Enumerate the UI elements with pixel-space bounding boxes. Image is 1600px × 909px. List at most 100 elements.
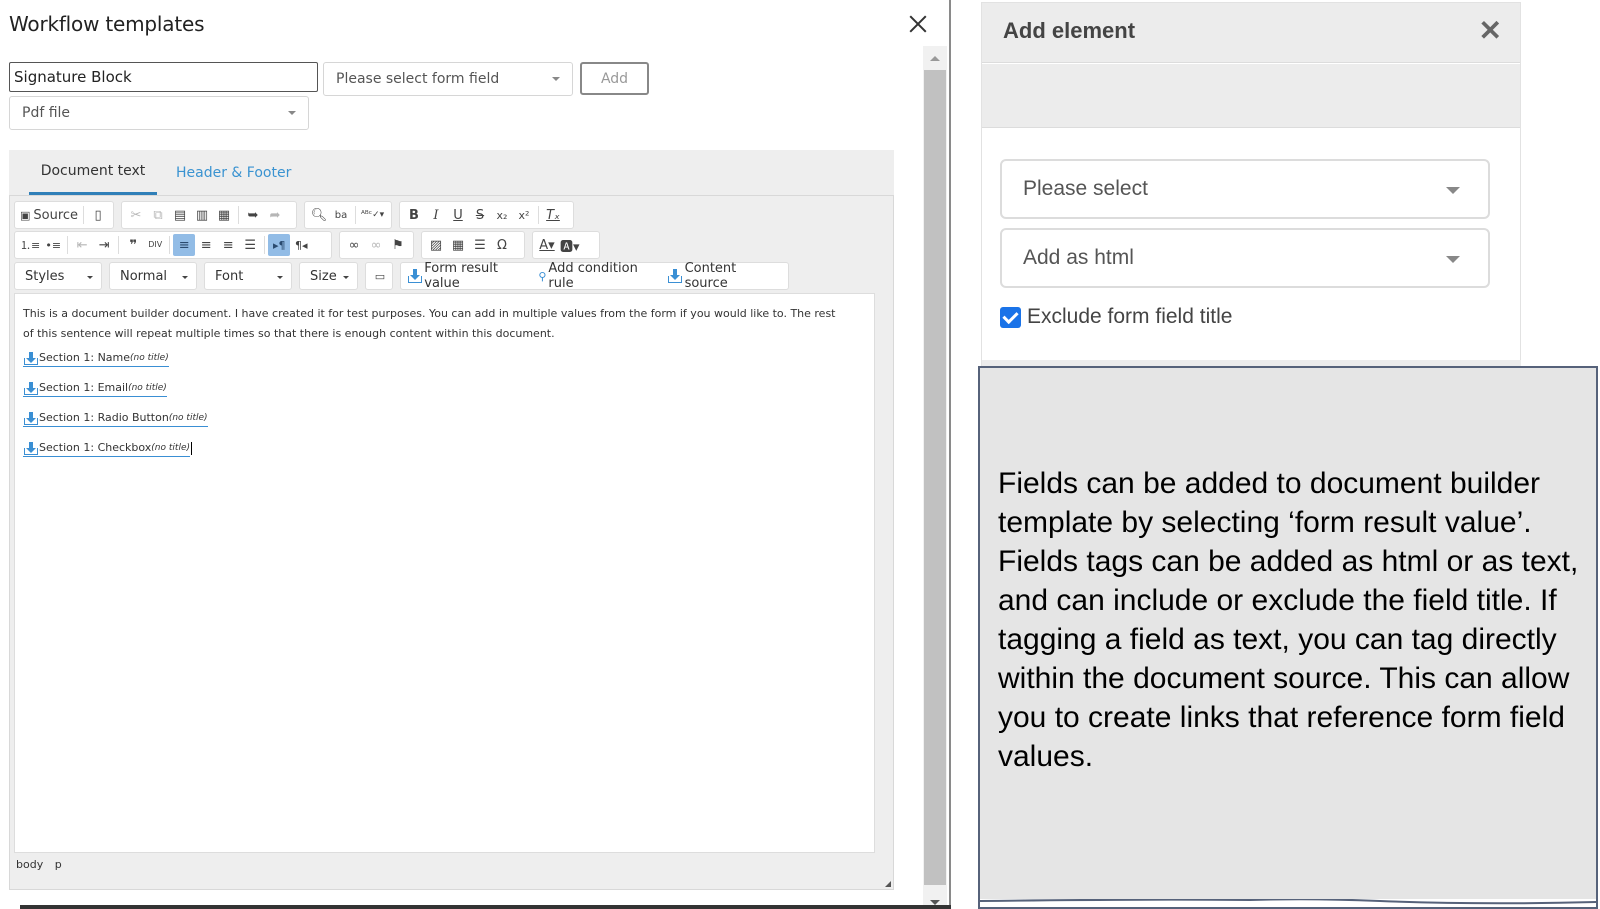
field-tag-row: Section 1: Radio Button (no title) bbox=[23, 410, 866, 440]
div-icon[interactable]: DIV bbox=[144, 234, 166, 256]
close-icon[interactable]: ✕ bbox=[1479, 17, 1502, 45]
align-center-icon[interactable]: ≡ bbox=[195, 234, 217, 256]
unlink-icon[interactable]: ∞ bbox=[365, 234, 387, 256]
element-select[interactable]: Please select bbox=[1000, 159, 1490, 219]
form-result-value-button[interactable]: Form result value bbox=[407, 261, 532, 291]
toolbar-group-colors: A▾ 🅰▾ bbox=[532, 231, 600, 259]
anchor-icon[interactable]: ⚑ bbox=[387, 234, 409, 256]
modal-title: Workflow templates bbox=[9, 12, 205, 36]
paste-icon[interactable]: ▤ bbox=[169, 204, 191, 226]
link-icon[interactable]: ∞ bbox=[343, 234, 365, 256]
bulleted-list-icon[interactable]: •≡ bbox=[42, 234, 64, 256]
ltr-icon[interactable]: ▸¶ bbox=[268, 234, 291, 256]
rtl-icon[interactable]: ¶◂ bbox=[290, 234, 312, 256]
image-icon[interactable]: ▨ bbox=[425, 234, 447, 256]
paste-text-icon[interactable]: ▥ bbox=[191, 204, 213, 226]
source-button[interactable]: ▣ Source bbox=[18, 204, 80, 226]
chevron-down-icon bbox=[277, 276, 283, 279]
source-icon: ▣ bbox=[20, 208, 31, 222]
blockquote-icon[interactable]: ❞ bbox=[122, 234, 144, 256]
field-tag-suffix: (no title) bbox=[151, 443, 190, 453]
indent-icon[interactable]: ⇥ bbox=[93, 234, 115, 256]
copy-icon[interactable]: ⧉ bbox=[147, 204, 169, 226]
align-left-icon[interactable]: ≡ bbox=[173, 234, 196, 256]
exclude-title-label: Exclude form field title bbox=[1027, 305, 1233, 328]
find-icon[interactable]: 🔍︎ bbox=[308, 204, 330, 226]
add-condition-rule-label: Add condition rule bbox=[548, 261, 638, 291]
field-tag-label: Section 1: Checkbox bbox=[39, 441, 152, 454]
exclude-title-checkbox[interactable] bbox=[1000, 306, 1021, 328]
content-source-button[interactable]: Content source bbox=[667, 261, 779, 291]
italic-icon[interactable]: I bbox=[425, 204, 447, 226]
file-type-select[interactable]: Pdf file bbox=[9, 96, 309, 130]
redo-icon[interactable]: ➦ bbox=[264, 204, 286, 226]
callout-text: Fields can be added to document builder … bbox=[998, 467, 1579, 773]
spellcheck-icon[interactable]: ᴬᴮᶜ✓▾ bbox=[359, 204, 386, 226]
add-mode-select[interactable]: Add as html bbox=[1000, 228, 1490, 288]
cut-icon[interactable]: ✂ bbox=[125, 204, 147, 226]
resize-handle[interactable] bbox=[885, 881, 891, 887]
add-condition-rule-button[interactable]: ⚲ Add condition rule bbox=[538, 261, 661, 291]
new-page-icon[interactable]: ▯ bbox=[87, 204, 109, 226]
special-char-icon[interactable]: Ω bbox=[491, 234, 513, 256]
strikethrough-icon[interactable]: S bbox=[469, 204, 491, 226]
close-icon[interactable] bbox=[906, 12, 930, 36]
bg-color-icon[interactable]: 🅰▾ bbox=[558, 234, 582, 256]
field-tag-suffix: (no title) bbox=[128, 383, 167, 393]
form-field-select[interactable]: Please select form field bbox=[323, 62, 573, 96]
callout-wave bbox=[980, 899, 1596, 907]
outdent-icon[interactable]: ⇤ bbox=[71, 234, 93, 256]
form-result-icon bbox=[23, 441, 38, 455]
size-combo[interactable]: Size bbox=[299, 262, 358, 290]
toolbar-separator bbox=[67, 236, 69, 254]
path-item-body[interactable]: body bbox=[16, 858, 43, 871]
toolbar-group-insert: ▨ ▦ ☰ Ω bbox=[421, 231, 525, 259]
document-body[interactable]: This is a document builder document. I h… bbox=[14, 293, 875, 853]
numbered-list-icon[interactable]: ⒈≡ bbox=[18, 234, 42, 256]
horizontal-rule-icon[interactable]: ☰ bbox=[469, 234, 491, 256]
exclude-title-option[interactable]: Exclude form field title bbox=[1000, 305, 1232, 329]
field-tag-suffix: (no title) bbox=[168, 413, 208, 423]
chevron-down-icon bbox=[1446, 256, 1460, 263]
format-combo[interactable]: Normal bbox=[109, 262, 197, 290]
add-button[interactable]: Add bbox=[580, 62, 649, 95]
superscript-icon[interactable]: x² bbox=[513, 204, 535, 226]
subscript-icon[interactable]: x₂ bbox=[491, 204, 513, 226]
undo-icon[interactable]: ➥ bbox=[242, 204, 264, 226]
condition-rule-icon: ⚲ bbox=[538, 269, 547, 283]
scroll-up-icon[interactable] bbox=[930, 56, 940, 61]
form-result-icon bbox=[407, 269, 422, 283]
paste-word-icon[interactable]: ▦ bbox=[213, 204, 235, 226]
underline-icon[interactable]: U bbox=[447, 204, 469, 226]
field-tag-label: Section 1: Name bbox=[39, 351, 131, 364]
table-icon[interactable]: ▦ bbox=[447, 234, 469, 256]
styles-combo[interactable]: Styles bbox=[14, 262, 102, 290]
bold-icon[interactable]: B bbox=[403, 204, 425, 226]
field-tag[interactable]: Section 1: Email (no title) bbox=[23, 380, 167, 397]
toolbar-separator bbox=[264, 236, 266, 254]
toolbar-group-document: ▣ Source ▯ bbox=[14, 201, 114, 229]
editor-tabs: Document text Header & Footer bbox=[9, 150, 894, 195]
tab-header-footer[interactable]: Header & Footer bbox=[176, 150, 291, 195]
path-item-p[interactable]: p bbox=[55, 858, 62, 871]
text-color-icon[interactable]: A▾ bbox=[536, 234, 558, 256]
font-combo[interactable]: Font bbox=[204, 262, 292, 290]
toolbar-separator bbox=[118, 236, 120, 254]
maximize-icon[interactable]: ▭ bbox=[369, 265, 391, 287]
field-tag[interactable]: Section 1: Radio Button (no title) bbox=[23, 410, 208, 427]
remove-format-icon[interactable]: Tₓ bbox=[542, 204, 564, 226]
align-right-icon[interactable]: ≡ bbox=[217, 234, 239, 256]
replace-icon[interactable]: ba bbox=[330, 204, 352, 226]
scrollbar-thumb[interactable] bbox=[924, 70, 946, 885]
justify-icon[interactable]: ☰ bbox=[239, 234, 261, 256]
add-element-title: Add element bbox=[1003, 18, 1136, 43]
toolbar-group-editing: 🔍︎ ba ᴬᴮᶜ✓▾ bbox=[304, 201, 392, 229]
tab-document-text[interactable]: Document text bbox=[29, 150, 157, 195]
template-name-input[interactable] bbox=[9, 62, 318, 92]
field-tag[interactable]: Section 1: Name (no title) bbox=[23, 350, 169, 367]
field-tag[interactable]: Section 1: Checkbox (no title) bbox=[23, 440, 190, 457]
text-cursor bbox=[191, 441, 192, 455]
file-type-select-value: Pdf file bbox=[22, 105, 71, 121]
form-result-value-label: Form result value bbox=[424, 261, 498, 291]
vertical-scrollbar[interactable] bbox=[923, 46, 947, 909]
